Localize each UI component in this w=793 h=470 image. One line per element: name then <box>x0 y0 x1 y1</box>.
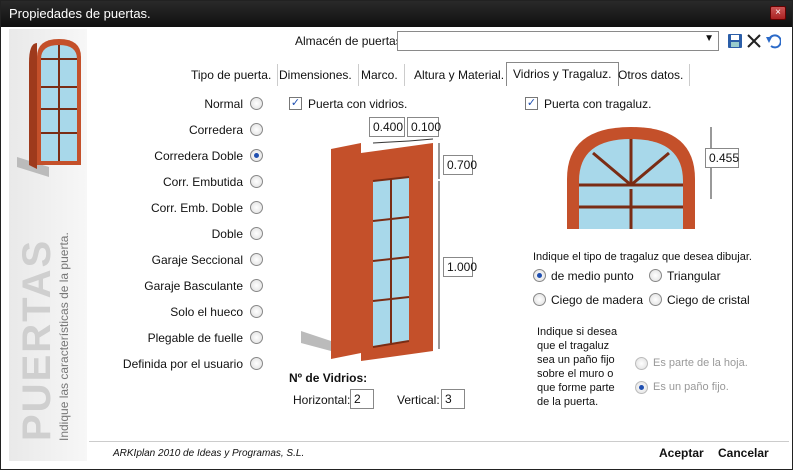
glass-count-title: Nº de Vidrios: <box>289 371 368 385</box>
close-button[interactable]: × <box>770 6 786 20</box>
door-type-label: Corr. Embutida <box>162 175 243 189</box>
glass-width-field[interactable]: 0.400 <box>369 117 405 137</box>
door-type-label: Plegable de fuelle <box>147 331 243 345</box>
tab-otros-datos[interactable]: Otros datos. <box>612 64 691 86</box>
door-type-radio[interactable] <box>250 279 263 292</box>
transom-diagram <box>567 127 712 229</box>
credit-text: ARKIplan 2010 de Ideas y Programas, S.L. <box>113 448 305 459</box>
glass-offset-field[interactable]: 0.100 <box>407 117 441 137</box>
vidrios-checkbox[interactable]: ✓ <box>289 97 302 110</box>
label-parte-hoja: Es parte de la hoja. <box>653 357 748 369</box>
door-type-radio[interactable] <box>250 175 263 188</box>
save-icon[interactable] <box>727 33 743 49</box>
door-type-label: Solo el hueco <box>170 305 243 319</box>
transom-type-prompt: Indique el tipo de tragaluz que desea di… <box>533 251 752 263</box>
door-type-radio[interactable] <box>250 201 263 214</box>
tab-dimensiones[interactable]: Dimensiones. <box>273 64 359 86</box>
door-thumbnail <box>17 39 81 177</box>
horizontal-count-field[interactable]: 2 <box>350 389 374 409</box>
door-type-label: Corr. Emb. Doble <box>150 201 243 215</box>
label-pano-fijo: Es un paño fijo. <box>653 381 729 393</box>
tab-tipo-de-puerta[interactable]: Tipo de puerta. <box>185 64 279 86</box>
store-label: Almacén de puertas <box>295 34 402 48</box>
tab-vidrios-y-tragaluz[interactable]: Vidrios y Tragaluz. <box>506 62 619 86</box>
transom-panel-prompt: Indique si desea que el tragaluz sea un … <box>537 326 618 408</box>
puertas-banner: PUERTAS <box>15 238 59 441</box>
door-type-label: Doble <box>211 227 243 241</box>
transom-height-field[interactable]: 0.455 <box>705 148 739 168</box>
horizontal-label: Horizontal: <box>293 393 351 407</box>
door-type-radio[interactable] <box>250 305 263 318</box>
door-type-radio[interactable] <box>250 331 263 344</box>
glass-height-field[interactable]: 1.000 <box>443 257 477 277</box>
tab-altura-y-material[interactable]: Altura y Material. <box>408 64 512 86</box>
window-title: Propiedades de puertas. <box>9 6 151 21</box>
door-type-label: Corredera <box>188 123 243 137</box>
label-ciego-cristal: Ciego de cristal <box>667 293 750 307</box>
door-type-radio[interactable] <box>250 149 263 162</box>
door-type-label: Normal <box>204 97 243 111</box>
radio-pano-fijo[interactable] <box>635 381 648 394</box>
undo-icon[interactable] <box>765 33 781 49</box>
door-type-label: Garaje Seccional <box>151 253 243 267</box>
label-medio-punto: de medio punto <box>551 269 634 283</box>
glass-top-field[interactable]: 0.700 <box>443 155 477 175</box>
radio-medio-punto[interactable] <box>533 269 546 282</box>
tragaluz-checkbox-label: Puerta con tragaluz. <box>544 97 652 111</box>
dialog-window: Propiedades de puertas. × PUERTAS Indiqu… <box>0 0 793 470</box>
tab-marco[interactable]: Marco. <box>355 64 405 86</box>
panel-description: Indique las características de la puerta… <box>57 232 71 441</box>
label-ciego-madera: Ciego de madera <box>551 293 644 307</box>
title-bar: Propiedades de puertas. × <box>1 1 792 27</box>
door-type-label: Definida por el usuario <box>122 357 243 371</box>
door-type-radio[interactable] <box>250 253 263 266</box>
door-type-radio[interactable] <box>250 97 263 110</box>
radio-parte-hoja[interactable] <box>635 357 648 370</box>
vertical-label: Vertical: <box>397 393 440 407</box>
tragaluz-checkbox[interactable]: ✓ <box>525 97 538 110</box>
door-type-label: Garaje Basculante <box>144 279 243 293</box>
vidrios-checkbox-label: Puerta con vidrios. <box>308 97 408 111</box>
door-type-radio[interactable] <box>250 227 263 240</box>
footer-divider <box>89 441 789 442</box>
door-type-radio[interactable] <box>250 357 263 370</box>
door-type-radio[interactable] <box>250 123 263 136</box>
door-type-label: Corredera Doble <box>154 149 243 163</box>
radio-ciego-madera[interactable] <box>533 293 546 306</box>
store-select[interactable]: ▼ <box>397 31 719 51</box>
label-triangular: Triangular <box>667 269 721 283</box>
delete-icon[interactable] <box>746 33 762 49</box>
radio-triangular[interactable] <box>649 269 662 282</box>
vertical-count-field[interactable]: 3 <box>441 389 465 409</box>
chevron-down-icon: ▼ <box>704 33 714 44</box>
radio-ciego-cristal[interactable] <box>649 293 662 306</box>
accept-button[interactable]: Aceptar <box>659 446 704 460</box>
cancel-button[interactable]: Cancelar <box>718 446 769 460</box>
